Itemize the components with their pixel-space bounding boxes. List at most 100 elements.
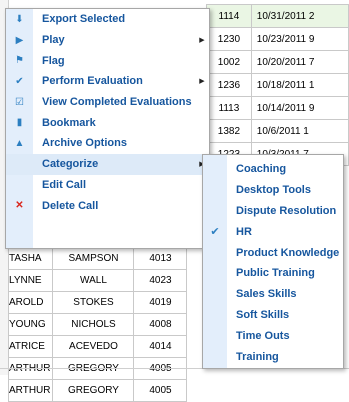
category-item-hr[interactable]: ✔ HR	[203, 221, 343, 242]
flag-icon: ⚑	[15, 55, 24, 67]
check-spacer	[203, 159, 227, 180]
calls-grid-bottom: TASHA SAMPSON 4013 LYNNE WALL 4023 AROLD STOKES…	[7, 247, 188, 402]
first-name-cell: YOUNG	[7, 313, 54, 336]
table-row[interactable]: AROLD STOKES 4019	[7, 291, 188, 314]
table-row[interactable]: 1236 10/18/2011 1	[206, 73, 349, 97]
table-row[interactable]: 1002 10/20/2011 7	[206, 50, 349, 74]
archive-icon: ▲	[14, 137, 25, 149]
menu-item-label: Flag	[42, 54, 65, 67]
table-row[interactable]: 1113 10/14/2011 9	[206, 96, 349, 120]
category-item-product-knowledge[interactable]: Product Knowledge	[203, 242, 343, 263]
category-item-label: Time Outs	[236, 329, 290, 342]
menu-item-edit-call[interactable]: Edit Call	[6, 175, 209, 196]
call-id-cell: 1230	[206, 27, 252, 51]
last-name-cell: WALL	[52, 269, 135, 292]
first-name-cell: LYNNE	[7, 269, 54, 292]
call-id-cell: 1113	[206, 96, 252, 120]
call-id-cell: 1002	[206, 50, 252, 74]
category-item-public-training[interactable]: Public Training	[203, 263, 343, 284]
last-name-cell: GREGORY	[52, 379, 135, 402]
menu-item-export-selected[interactable]: ⬇ Export Selected	[6, 9, 209, 30]
category-item-label: Soft Skills	[236, 308, 290, 321]
table-row[interactable]: ATRICE ACEVEDO 4014	[7, 335, 188, 358]
category-item-label: Public Training	[236, 267, 315, 280]
menu-item-archive-options[interactable]: ▲ Archive Options	[6, 133, 209, 154]
check-spacer	[203, 180, 227, 201]
call-date-cell: 10/14/2011 9	[250, 96, 349, 120]
last-name-cell: STOKES	[52, 291, 135, 314]
menu-item-flag[interactable]: ⚑ Flag	[6, 50, 209, 71]
call-id-cell: 1382	[206, 119, 252, 143]
bookmark-icon: ▮	[16, 117, 23, 129]
calls-grid-top: 1114 10/31/2011 2 1230 10/23/2011 9 1002 10/2…	[206, 4, 349, 166]
category-item-time-outs[interactable]: Time Outs	[203, 325, 343, 346]
first-name-cell: ARTHUR	[7, 379, 54, 402]
first-name-cell: TASHA	[7, 247, 54, 270]
last-name-cell: NICHOLS	[52, 313, 135, 336]
check-spacer	[203, 284, 227, 305]
category-item-desktop-tools[interactable]: Desktop Tools	[203, 180, 343, 201]
check-spacer	[203, 201, 227, 222]
menu-item-bookmark[interactable]: ▮ Bookmark	[6, 112, 209, 133]
category-item-dispute-resolution[interactable]: Dispute Resolution	[203, 201, 343, 222]
call-date-cell: 10/6/2011 1	[250, 119, 349, 143]
check-spacer	[203, 305, 227, 326]
checkmark-icon: ✔	[210, 226, 220, 239]
call-date-cell: 10/23/2011 9	[250, 27, 349, 51]
menu-item-delete-call[interactable]: ✕ Delete Call	[6, 195, 209, 216]
menu-item-label: Archive Options	[42, 137, 127, 150]
call-id-cell: 1114	[206, 4, 252, 28]
menu-item-label: Delete Call	[42, 199, 99, 212]
call-date-cell: 10/20/2011 7	[250, 50, 349, 74]
call-date-cell: 10/18/2011 1	[250, 73, 349, 97]
category-item-training[interactable]: Training	[203, 346, 343, 367]
category-item-coaching[interactable]: Coaching	[203, 159, 343, 180]
menu-item-categorize[interactable]: Categorize▶	[6, 153, 209, 175]
table-row[interactable]: 1382 10/6/2011 1	[206, 119, 349, 143]
first-name-cell: ATRICE	[7, 335, 54, 358]
table-row[interactable]: YOUNG NICHOLS 4008	[7, 313, 188, 336]
no-icon	[6, 175, 33, 196]
menu-item-play[interactable]: ▶ Play ▶	[6, 30, 209, 51]
agent-id-cell: 4008	[133, 313, 188, 336]
agent-id-cell: 4005	[133, 379, 188, 402]
call-context-menu: ⬇ Export Selected ▶ Play ▶ ⚑ Flag ✔ Perform Eval…	[5, 8, 210, 249]
menu-item-view-completed-evaluations[interactable]: ☑ View Completed Evaluations	[6, 92, 209, 113]
submenu-arrow-icon: ▶	[199, 37, 205, 45]
menu-item-label: Bookmark	[42, 116, 96, 129]
table-row[interactable]: TASHA SAMPSON 4013	[7, 247, 188, 270]
table-row[interactable]: LYNNE WALL 4023	[7, 269, 188, 292]
download-icon: ⬇	[15, 13, 24, 25]
category-item-label: Dispute Resolution	[236, 204, 337, 217]
category-item-label: Desktop Tools	[236, 184, 311, 197]
check-spacer	[203, 263, 227, 284]
play-icon: ▶	[15, 34, 24, 46]
categorize-submenu: Coaching Desktop Tools Dispute Resolution ✔…	[202, 154, 344, 369]
first-name-cell: AROLD	[7, 291, 54, 314]
menu-item-perform-evaluation[interactable]: ✔ Perform Evaluation ▶	[6, 71, 209, 92]
menu-item-label: View Completed Evaluations	[42, 96, 192, 109]
agent-id-cell: 4023	[133, 269, 188, 292]
check-spacer	[203, 242, 227, 263]
agent-id-cell: 4013	[133, 247, 188, 270]
category-item-sales-skills[interactable]: Sales Skills	[203, 284, 343, 305]
table-row[interactable]: 1230 10/23/2011 9	[206, 27, 349, 51]
category-item-label: HR	[236, 225, 252, 238]
submenu-arrow-icon: ▶	[199, 78, 205, 86]
evaluate-check-icon: ✔	[15, 75, 24, 87]
category-item-label: Training	[236, 350, 279, 363]
no-icon	[6, 154, 33, 175]
call-id-cell: 1236	[206, 73, 252, 97]
table-row[interactable]: ARTHURGREGORY4005	[7, 379, 188, 402]
category-item-soft-skills[interactable]: Soft Skills	[203, 305, 343, 326]
menu-item-label: Export Selected	[42, 13, 126, 26]
last-name-cell: ACEVEDO	[52, 335, 135, 358]
last-name-cell: SAMPSON	[52, 247, 135, 270]
menu-item-label: Play	[42, 34, 65, 47]
completed-evaluations-icon: ☑	[15, 96, 24, 108]
menu-item-label: Perform Evaluation	[42, 75, 143, 88]
table-row[interactable]: 1114 10/31/2011 2	[206, 4, 349, 28]
category-item-label: Product Knowledge	[236, 246, 340, 259]
check-spacer	[203, 325, 227, 346]
menu-item-label: Edit Call	[42, 178, 87, 191]
